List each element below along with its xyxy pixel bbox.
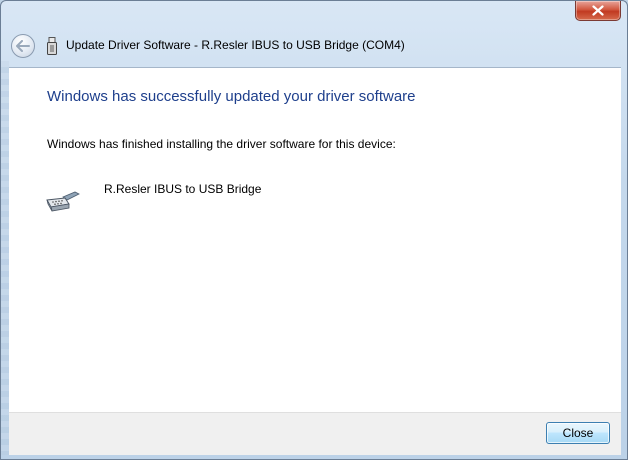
usb-plug-icon bbox=[47, 37, 57, 55]
back-arrow-icon bbox=[16, 40, 30, 52]
close-icon bbox=[592, 5, 604, 16]
back-button[interactable] bbox=[11, 34, 35, 58]
page-heading: Windows has successfully updated your dr… bbox=[47, 88, 416, 105]
dialog-window: Update Driver Software - R.Resler IBUS t… bbox=[0, 0, 628, 460]
window-title: Update Driver Software - R.Resler IBUS t… bbox=[66, 38, 405, 52]
window-close-button[interactable] bbox=[575, 1, 621, 21]
close-button[interactable]: Close bbox=[546, 422, 610, 444]
content-panel: Windows has successfully updated your dr… bbox=[9, 67, 621, 413]
frame-glass-edge bbox=[1, 61, 9, 455]
device-name: R.Resler IBUS to USB Bridge bbox=[104, 182, 262, 196]
status-message: Windows has finished installing the driv… bbox=[47, 137, 396, 151]
dialog-footer: Close bbox=[9, 412, 621, 455]
serial-cable-icon bbox=[46, 191, 80, 212]
